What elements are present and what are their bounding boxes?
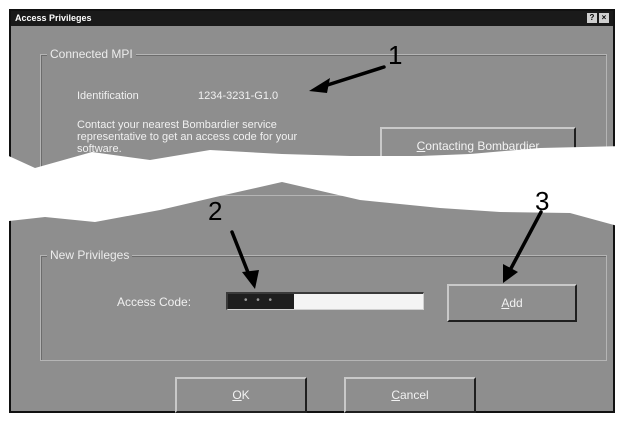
callout-arrow-3 <box>506 210 543 276</box>
annotation-overlay <box>0 65 625 289</box>
callout-arrowhead-2 <box>242 270 259 289</box>
callout-number-3: 3 <box>535 186 550 216</box>
torn-page-gap <box>0 146 625 228</box>
callout-number-2: 2 <box>208 196 223 226</box>
callout-number-1: 1 <box>388 40 403 70</box>
callout-arrowhead-1 <box>309 78 330 93</box>
